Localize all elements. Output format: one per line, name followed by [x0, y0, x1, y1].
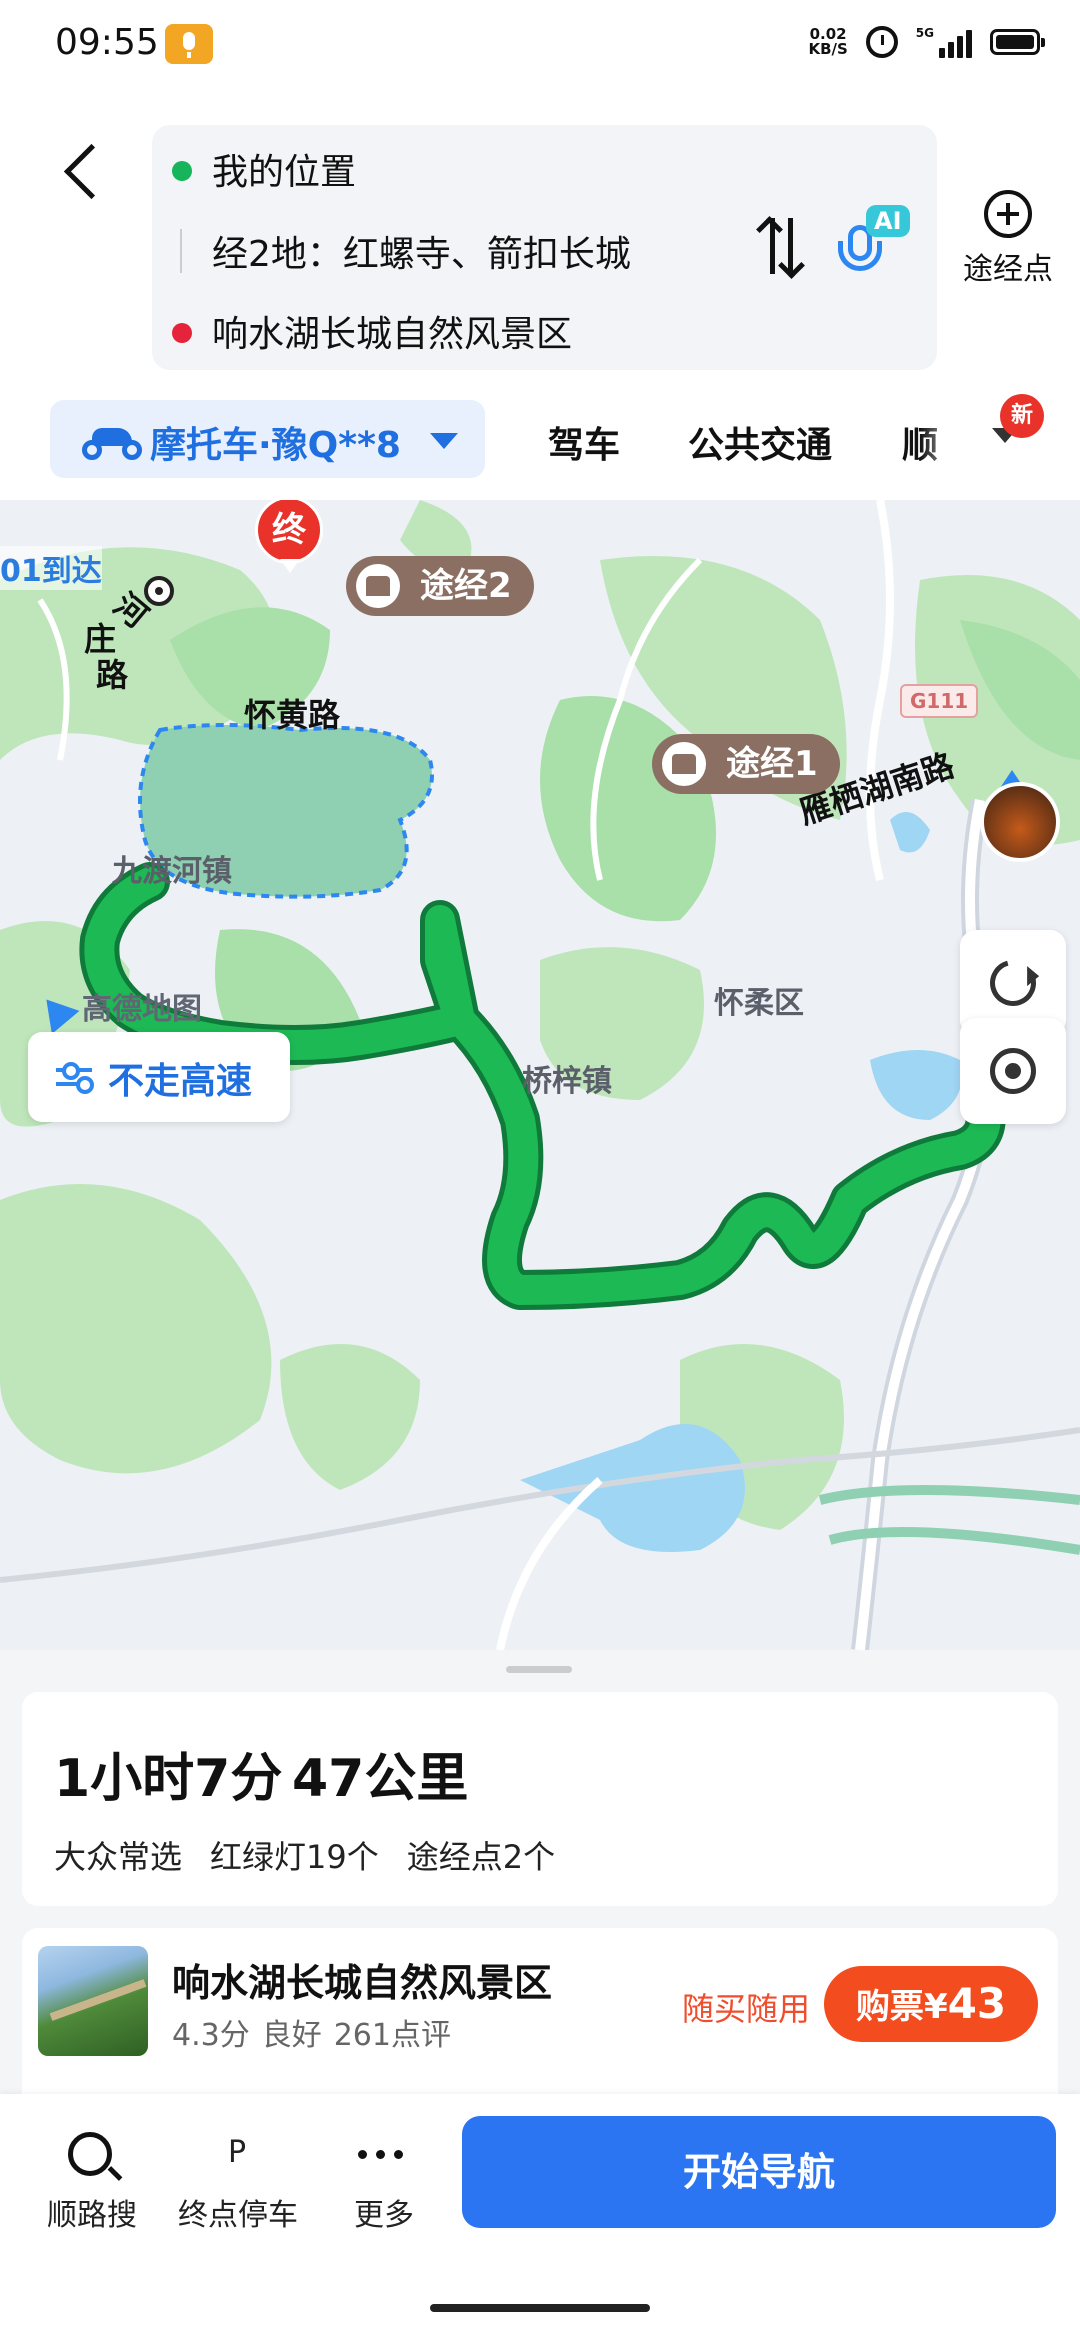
start-marker — [144, 576, 174, 606]
search-icon — [68, 2132, 112, 2176]
waypoint-2-marker[interactable]: 途经2 — [346, 556, 534, 616]
poi-rating: 良好 — [261, 2018, 322, 2053]
route-tag: 大众常选 — [54, 1838, 183, 1876]
map-provider-logo: 高德地图 — [32, 984, 202, 1034]
status-bar: 09:55 0.02 KB/S 5G — [0, 0, 1080, 90]
avoid-highway-label: 不走高速 — [108, 1061, 253, 1102]
route-sheet: 1小时7分 47公里 大众常选 红绿灯19个 途经点2个 响水湖长城自然风景区 … — [0, 1652, 1080, 2128]
place-label: 九渡河镇 — [112, 854, 232, 889]
signal-label: 5G — [915, 26, 934, 40]
poi-score: 4.3分 — [172, 2018, 250, 2053]
along-route-search-button[interactable]: 顺路搜 — [22, 2120, 162, 2234]
status-time: 09:55 — [55, 22, 159, 63]
net-speed-unit: KB/S — [808, 40, 848, 58]
arrive-label: 01到达 — [0, 546, 102, 590]
poi-reviews: 261点评 — [333, 2018, 451, 2053]
more-button[interactable]: 更多 — [314, 2120, 454, 2234]
poi-name: 响水湖长城自然风景区 — [172, 1961, 553, 2005]
destination-parking-button[interactable]: P 终点停车 — [168, 2120, 308, 2234]
more-label: 更多 — [354, 2198, 414, 2233]
route-tag: 红绿灯19个 — [210, 1838, 379, 1876]
tabs-fade — [920, 400, 990, 480]
route-connector — [180, 229, 182, 273]
vehicle-label: 摩托车·豫Q**8 — [150, 425, 401, 466]
caret-down-icon — [430, 433, 458, 449]
start-navigation-button[interactable]: 开始导航 — [462, 2116, 1056, 2228]
route-distance: 47公里 — [292, 1749, 469, 1809]
waypoint-2-label: 途经2 — [420, 566, 512, 606]
via-field[interactable]: 经2地：红螺寺、箭扣长城 — [212, 225, 631, 277]
road-shield: G111 — [900, 684, 979, 718]
refresh-icon — [981, 951, 1045, 1015]
landmark-icon — [356, 564, 400, 608]
parking-icon: P — [227, 2135, 247, 2170]
signal-icon: 5G — [916, 26, 972, 58]
avoid-highway-button[interactable]: 不走高速 — [28, 1032, 290, 1122]
back-button[interactable] — [60, 140, 110, 200]
start-field[interactable]: 我的位置 — [212, 143, 356, 195]
route-tags: 大众常选 红绿灯19个 途经点2个 — [54, 1832, 555, 1878]
settings-sliders-icon — [56, 1062, 94, 1094]
route-duration: 1小时7分 — [54, 1749, 283, 1809]
price-symbol: ¥ — [923, 1987, 948, 2027]
road-label: 怀黄路 — [244, 696, 341, 734]
map-view[interactable]: 九渡河镇 怀柔区 桥梓镇 怀黄路 雁栖湖南路 河 庄 路 终 01到达 途经2 … — [0, 500, 1080, 1650]
add-waypoint-button[interactable]: 途经点 — [958, 190, 1058, 288]
motorcycle-icon — [82, 420, 142, 460]
buy-anytime-label: 随买随用 — [682, 1990, 811, 2028]
buy-ticket-label: 购票 — [855, 1987, 924, 2027]
status-icons: 0.02 KB/S 5G — [808, 26, 1045, 58]
sheet-handle[interactable] — [506, 1666, 572, 1673]
tab-transit[interactable]: 公共交通 — [688, 416, 832, 468]
amap-logo-icon — [32, 987, 80, 1034]
waypoint-1-marker[interactable]: 途经1 — [652, 734, 840, 794]
waypoint-1-label: 途经1 — [726, 744, 818, 784]
add-waypoint-label: 途经点 — [963, 252, 1053, 287]
poi-thumbnail — [38, 1946, 148, 2056]
new-badge: 新 — [1000, 394, 1044, 438]
route-inputs: 我的位置 经2地：红螺寺、箭扣长城 响水湖长城自然风景区 — [152, 125, 937, 370]
ai-voice-button[interactable]: AI — [838, 205, 910, 285]
battery-icon — [990, 29, 1045, 55]
more-dots-icon — [358, 2150, 403, 2159]
place-label: 桥梓镇 — [522, 1064, 612, 1099]
swap-route-button[interactable] — [752, 216, 812, 279]
locate-button[interactable] — [960, 1018, 1066, 1124]
microphone-icon — [165, 24, 213, 64]
poi-meta: 4.3分 良好 261点评 — [172, 2010, 451, 2054]
route-tag: 途经点2个 — [406, 1838, 556, 1876]
current-location-avatar[interactable] — [980, 782, 1060, 862]
tab-drive[interactable]: 驾车 — [548, 416, 620, 468]
destination-field[interactable]: 响水湖长城自然风景区 — [212, 305, 572, 357]
place-label: 怀柔区 — [714, 986, 804, 1021]
vehicle-selector[interactable]: 摩托车·豫Q**8 — [50, 400, 485, 478]
ai-tag: AI — [866, 205, 910, 237]
plus-circle-icon — [984, 190, 1032, 238]
destination-parking-label: 终点停车 — [178, 2198, 298, 2233]
map-provider-text: 高德地图 — [82, 992, 202, 1027]
landmark-icon — [662, 742, 706, 786]
net-speed: 0.02 KB/S — [808, 27, 847, 57]
home-indicator[interactable] — [430, 2304, 650, 2312]
road-label-vertical: 路 — [96, 656, 129, 694]
locate-icon — [990, 1048, 1036, 1094]
alarm-icon — [865, 26, 898, 58]
buy-ticket-button[interactable]: 购票¥43 — [824, 1966, 1038, 2042]
ticket-price: 43 — [947, 1979, 1007, 2028]
along-route-search-label: 顺路搜 — [47, 2198, 137, 2233]
route-summary-card[interactable]: 1小时7分 47公里 大众常选 红绿灯19个 途经点2个 — [22, 1692, 1058, 1906]
destination-dot-icon — [172, 323, 192, 343]
start-dot-icon — [172, 161, 192, 181]
